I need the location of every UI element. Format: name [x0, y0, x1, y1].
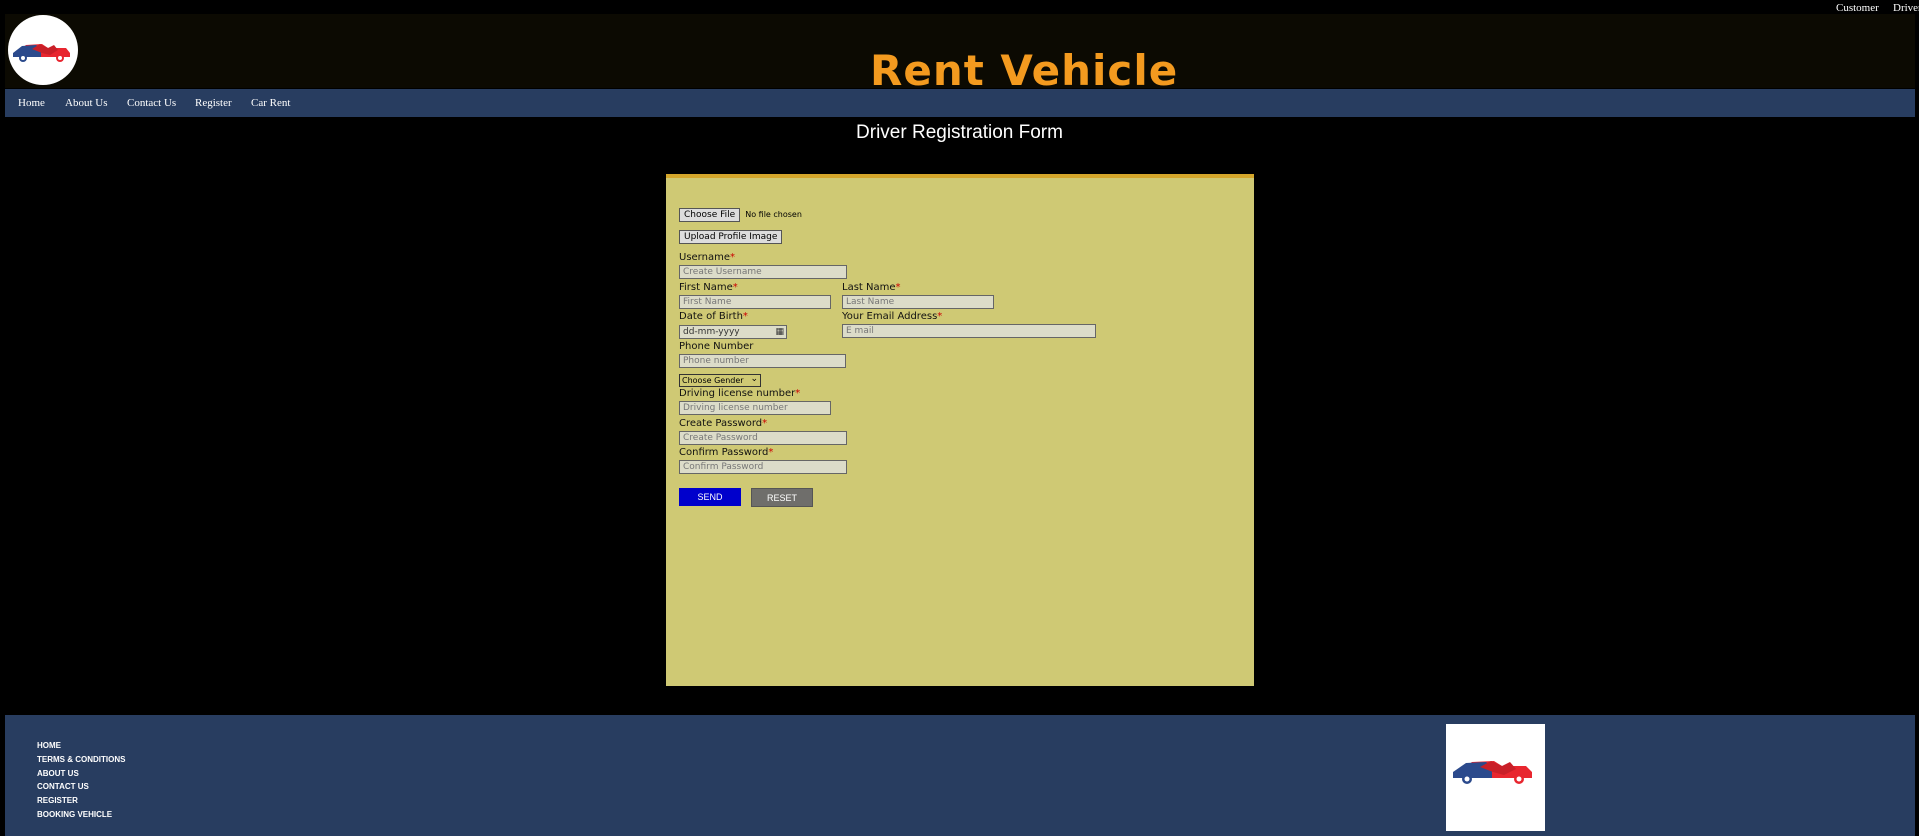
password-label: Create Password*: [679, 418, 768, 429]
password-input[interactable]: Create Password: [679, 431, 847, 445]
nav-item-home[interactable]: Home: [18, 97, 45, 109]
driver-link[interactable]: Driver: [1893, 2, 1919, 14]
confirm-password-input[interactable]: Confirm Password: [679, 460, 847, 474]
dob-label: Date of Birth*: [679, 311, 748, 322]
choose-file-button[interactable]: Choose File: [679, 208, 741, 222]
site-logo[interactable]: [8, 15, 78, 85]
footer-link-terms[interactable]: TERMS & CONDITIONS: [37, 755, 125, 764]
nav-item-contact-us[interactable]: Contact Us: [127, 97, 176, 109]
license-input[interactable]: Driving license number: [679, 401, 831, 415]
dob-input[interactable]: dd-mm-yyyy ▦: [679, 325, 787, 339]
reset-button[interactable]: RESET: [751, 488, 813, 507]
phone-label: Phone Number: [679, 341, 754, 352]
footer-logo: [1446, 724, 1545, 831]
footer-link-about-us[interactable]: ABOUT US: [37, 769, 79, 778]
send-button[interactable]: SEND: [679, 488, 741, 506]
last-name-input[interactable]: Last Name: [842, 295, 994, 309]
footer-link-booking-vehicle[interactable]: BOOKING VEHICLE: [37, 810, 112, 819]
username-label: Username*: [679, 252, 735, 263]
email-input[interactable]: E mail: [842, 324, 1096, 338]
phone-input[interactable]: Phone number: [679, 354, 846, 368]
footer-link-register[interactable]: REGISTER: [37, 796, 78, 805]
chevron-down-icon: ⌄: [750, 374, 758, 384]
car-logo-icon: [13, 44, 70, 62]
license-label: Driving license number*: [679, 388, 801, 399]
last-name-label: Last Name*: [842, 282, 901, 293]
registration-form: Choose File No file chosen Upload Profil…: [666, 174, 1254, 686]
page-title: Driver Registration Form: [856, 122, 1063, 143]
car-logo-icon: [1453, 761, 1532, 784]
upload-profile-image-button[interactable]: Upload Profile Image: [679, 230, 783, 244]
customer-link[interactable]: Customer: [1836, 2, 1879, 14]
first-name-label: First Name*: [679, 282, 738, 293]
footer-link-home[interactable]: HOME: [37, 741, 61, 750]
nav-item-car-rent[interactable]: Car Rent: [251, 97, 290, 109]
main-nav: Home About Us Contact Us Register Car Re…: [5, 89, 1915, 117]
file-status: No file chosen: [745, 210, 802, 219]
username-input[interactable]: Create Username: [679, 265, 847, 279]
calendar-icon[interactable]: ▦: [775, 326, 784, 338]
site-header: Rent Vehicle: [5, 14, 1915, 95]
nav-item-about-us[interactable]: About Us: [65, 97, 107, 109]
confirm-password-label: Confirm Password*: [679, 447, 774, 458]
email-label: Your Email Address*: [842, 311, 943, 322]
site-footer: HOME TERMS & CONDITIONS ABOUT US CONTACT…: [5, 715, 1915, 836]
gender-select[interactable]: Choose Gender ⌄: [679, 374, 761, 387]
footer-link-contact-us[interactable]: CONTACT US: [37, 782, 89, 791]
nav-item-register[interactable]: Register: [195, 97, 232, 109]
site-title: Rent Vehicle: [870, 46, 1179, 95]
first-name-input[interactable]: First Name: [679, 295, 831, 309]
